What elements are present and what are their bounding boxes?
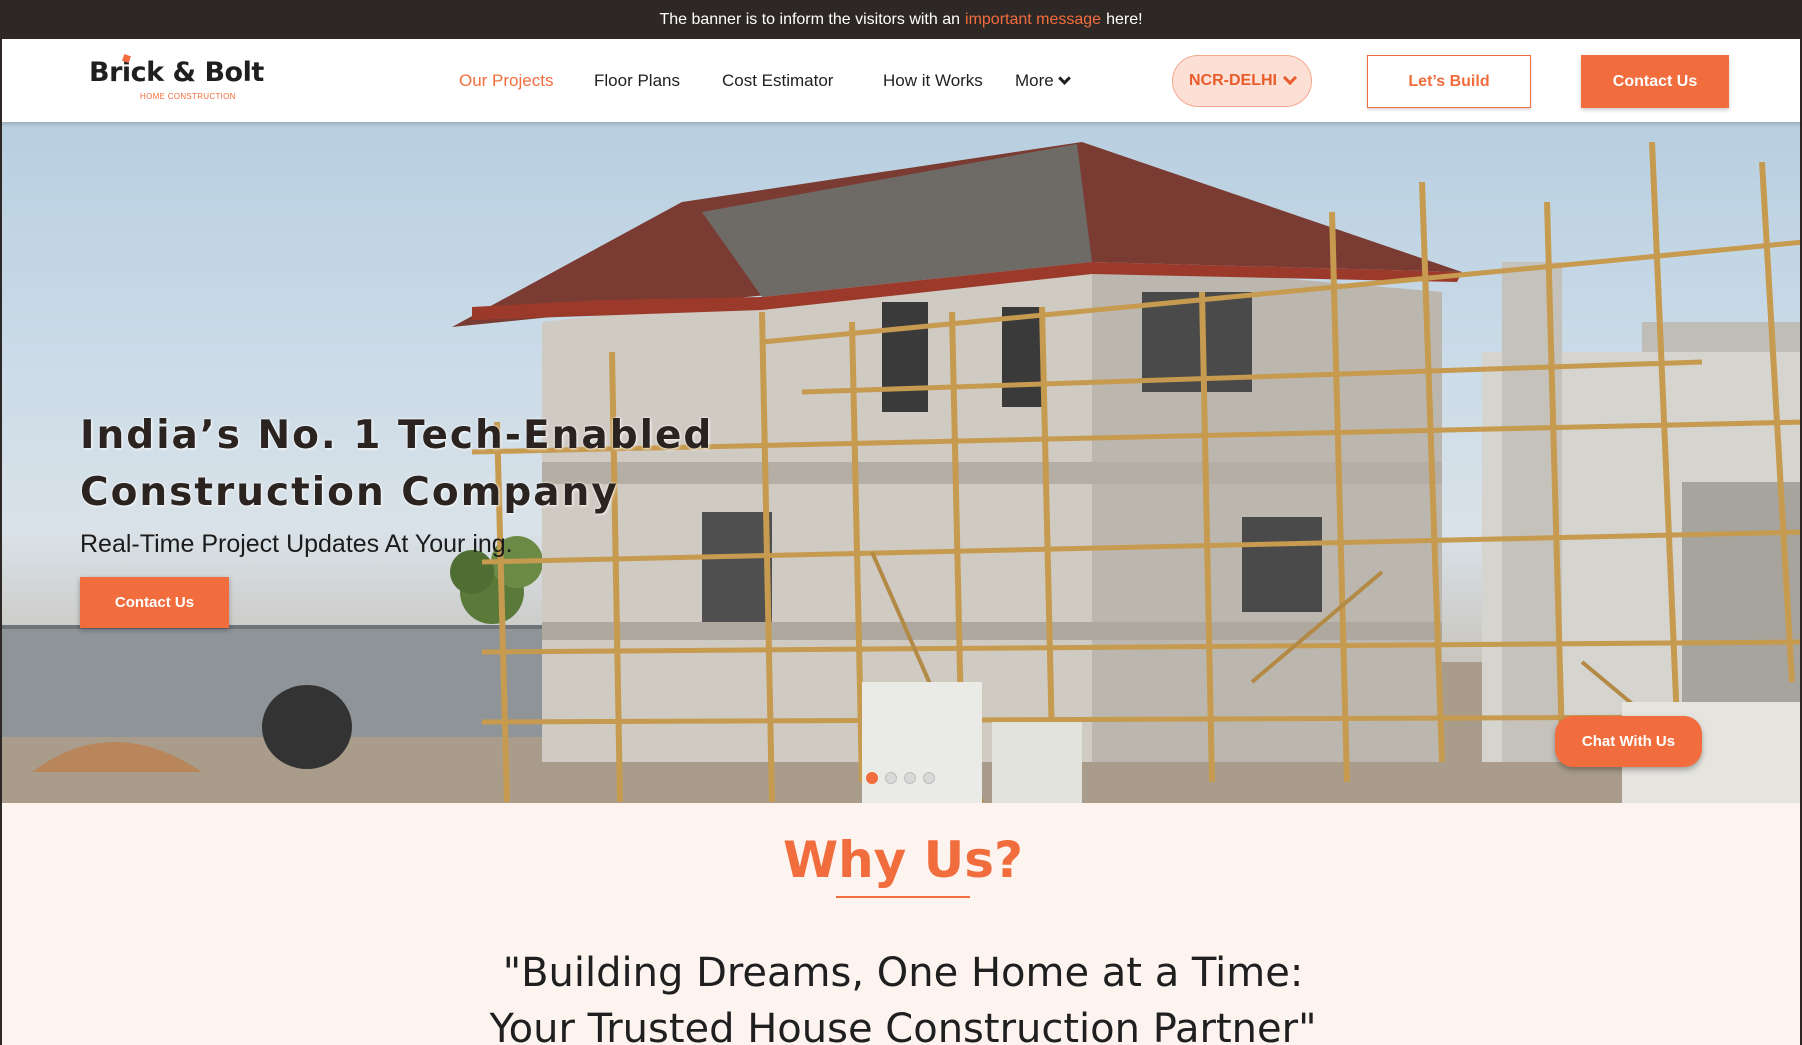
region-label: NCR-DELHI: [1189, 72, 1277, 89]
slider-dot-3[interactable]: [904, 772, 916, 784]
nav-cost-estimator[interactable]: Cost Estimator: [722, 71, 833, 91]
region-selector[interactable]: NCR-DELHI: [1172, 55, 1312, 107]
hero-subtitle: Real-Time Project Updates At Your ing.: [80, 530, 513, 558]
nav-our-projects[interactable]: Our Projects: [459, 71, 553, 91]
slider-dots: [866, 772, 935, 784]
chat-with-us-button[interactable]: Chat With Us: [1555, 716, 1702, 767]
site-header: Brick & Bolt HOME CONSTRUCTION Our Proje…: [0, 39, 1802, 122]
nav-floor-plans[interactable]: Floor Plans: [594, 71, 680, 91]
logo-tagline: HOME CONSTRUCTION: [140, 92, 236, 101]
brand-logo[interactable]: Brick & Bolt HOME CONSTRUCTION: [89, 54, 264, 105]
hero-heading-line2: Construction Company: [80, 470, 619, 515]
announcement-banner: The banner is to inform the visitors wit…: [0, 0, 1802, 39]
nav-more-label: More: [1015, 71, 1054, 90]
slider-dot-4[interactable]: [923, 772, 935, 784]
hero-contact-button[interactable]: Contact Us: [80, 577, 229, 628]
banner-highlight-link[interactable]: important message: [965, 11, 1101, 29]
why-us-section: Why Us? "Building Dreams, One Home at a …: [0, 803, 1802, 1045]
nav-more-dropdown[interactable]: More: [1015, 71, 1071, 91]
why-us-quote: "Building Dreams, One Home at a Time: Yo…: [2, 945, 1802, 1045]
banner-text-before: The banner is to inform the visitors wit…: [659, 10, 961, 28]
why-us-quote-line2: Your Trusted House Construction Partner": [489, 1006, 1317, 1045]
chevron-down-icon: [1282, 70, 1298, 86]
hero-heading: India’s No. 1 Tech-Enabled Construction …: [80, 407, 780, 521]
nav-how-it-works[interactable]: How it Works: [883, 71, 983, 91]
logo-name: Brick & Bolt: [89, 57, 264, 88]
slider-dot-1[interactable]: [866, 772, 878, 784]
slider-dot-2[interactable]: [885, 772, 897, 784]
lets-build-button[interactable]: Let’s Build: [1367, 55, 1531, 108]
why-us-quote-line1: "Building Dreams, One Home at a Time:: [502, 950, 1304, 996]
chevron-down-icon: [1057, 71, 1071, 85]
heading-underline: [836, 896, 970, 898]
header-contact-button[interactable]: Contact Us: [1581, 55, 1729, 108]
why-us-heading: Why Us?: [782, 831, 1024, 889]
hero-heading-line1: India’s No. 1 Tech-Enabled: [80, 413, 714, 458]
hero-slider: India’s No. 1 Tech-Enabled Construction …: [0, 122, 1802, 803]
banner-text-after: here!: [1106, 10, 1143, 28]
